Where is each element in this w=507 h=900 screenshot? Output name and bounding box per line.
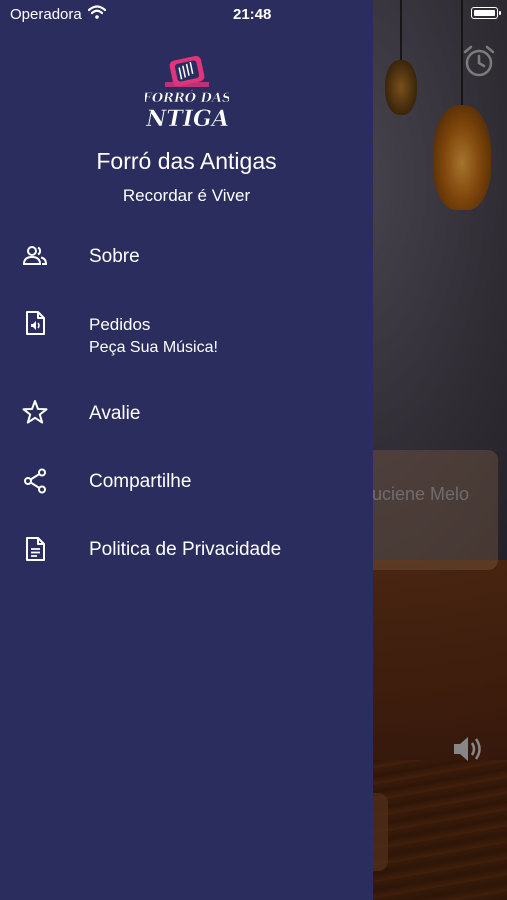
app-subtitle: Recordar é Viver	[122, 186, 251, 205]
menu-item-avalie[interactable]: Avalie	[0, 385, 373, 441]
star-icon	[22, 400, 48, 424]
menu-item-pedidos[interactable]: Pedidos Peça Sua Música!	[0, 300, 373, 366]
app-logo: FORRÓ DAS ANTIGAS	[145, 55, 229, 132]
menu-item-label: Compartilhe	[89, 471, 192, 492]
carrier-label: Operadora	[10, 6, 82, 23]
status-time: 21:48	[233, 6, 272, 23]
battery-icon	[471, 7, 501, 19]
status-bar: Operadora 21:48	[0, 0, 507, 28]
menu-item-label: Pedidos	[89, 315, 151, 334]
menu-item-politica-de-privacidade[interactable]: Politica de Privacidade	[0, 521, 373, 577]
menu-item-compartilhe[interactable]: Compartilhe	[0, 453, 373, 509]
menu-item-label: Sobre	[89, 246, 140, 267]
svg-text:ANTIGAS: ANTIGAS	[145, 106, 229, 132]
navigation-drawer: FORRÓ DAS ANTIGAS Forró das Antigas Reco…	[0, 0, 373, 900]
people-icon	[22, 246, 48, 265]
app-title: Forró das Antigas	[96, 148, 277, 174]
svg-text:FORRÓ DAS: FORRÓ DAS	[145, 89, 229, 106]
battery-fill	[473, 9, 495, 16]
menu-item-sobre[interactable]: Sobre	[0, 228, 373, 284]
share-icon	[24, 468, 46, 494]
document-icon	[26, 537, 45, 561]
menu-item-label: Avalie	[89, 403, 141, 424]
wifi-icon	[88, 5, 106, 19]
audio-file-icon	[26, 311, 45, 335]
menu-item-sublabel: Peça Sua Música!	[89, 339, 218, 356]
menu-item-label: Politica de Privacidade	[89, 539, 282, 560]
